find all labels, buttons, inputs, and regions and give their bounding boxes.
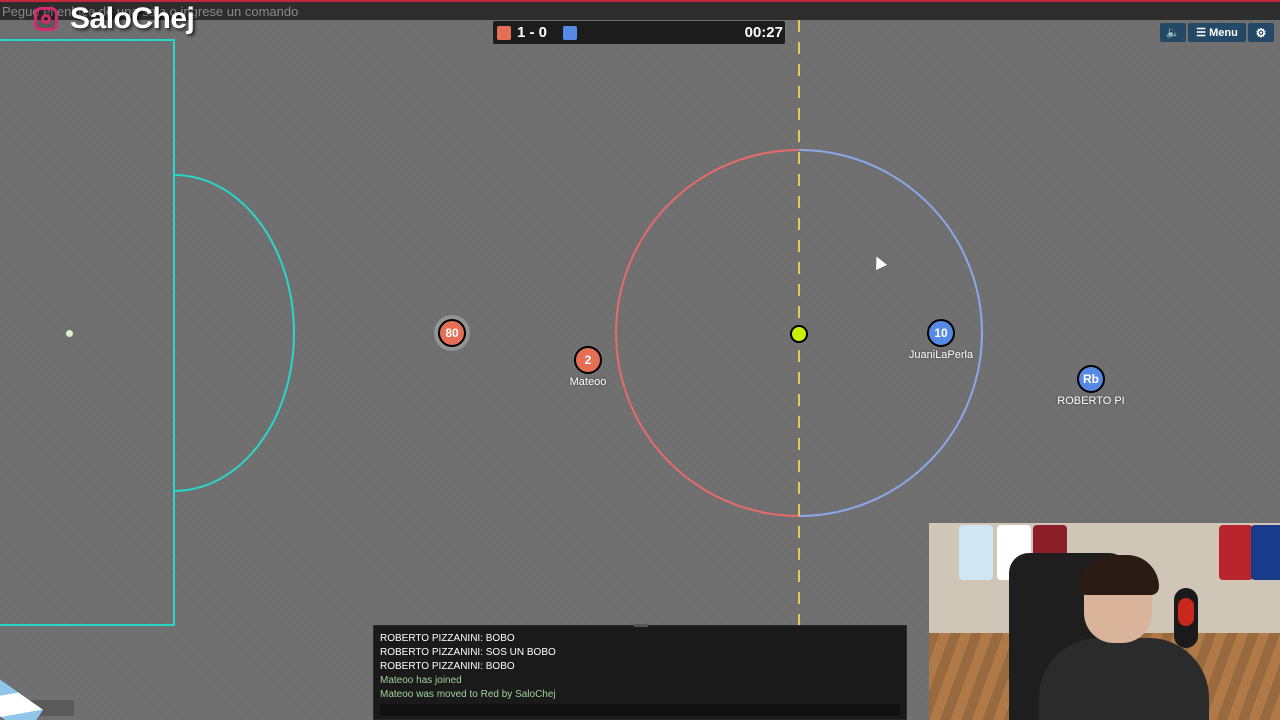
webcam-person-body bbox=[1039, 638, 1209, 720]
chat-message: ROBERTO PIZZANINI: BOBO bbox=[380, 633, 515, 644]
jersey-image bbox=[1251, 525, 1280, 580]
player-avatar: 10 bbox=[927, 319, 955, 347]
settings-button[interactable]: ⚙ bbox=[1248, 23, 1274, 42]
jersey-image bbox=[1219, 525, 1253, 580]
gear-icon: ⚙ bbox=[1255, 25, 1267, 40]
ball bbox=[790, 325, 808, 343]
blue-team-square bbox=[563, 26, 577, 40]
center-arc-red bbox=[615, 149, 800, 517]
chat-input[interactable] bbox=[380, 704, 900, 716]
player-avatar: Rb bbox=[1077, 365, 1105, 393]
streamer-overlay: SaloChej bbox=[34, 2, 195, 36]
red-team-square bbox=[497, 26, 511, 40]
player-number: 2 bbox=[584, 353, 592, 367]
chat-panel[interactable]: ROBERTO PIZZANINI: BOBO ROBERTO PIZZANIN… bbox=[373, 624, 907, 720]
menu-button[interactable]: ☰ Menu bbox=[1188, 23, 1246, 42]
chat-message: ROBERTO PIZZANINI: SOS UN BOBO bbox=[380, 647, 556, 658]
instagram-icon bbox=[34, 7, 58, 31]
scoreboard: 1 - 0 00:27 bbox=[493, 21, 785, 44]
player-number: Rb bbox=[1083, 372, 1099, 386]
player-name: ROBERTO PI bbox=[1057, 395, 1125, 407]
player-name: Mateoo bbox=[569, 376, 607, 388]
speaker-icon: 🔈 bbox=[1166, 27, 1180, 39]
penalty-spot bbox=[66, 330, 73, 337]
player-number: 10 bbox=[934, 326, 948, 340]
chat-message: Mateoo has joined bbox=[380, 675, 462, 686]
player-avatar: 2 bbox=[574, 346, 602, 374]
streamer-name: SaloChej bbox=[70, 2, 195, 35]
sound-button[interactable]: 🔈 bbox=[1160, 23, 1186, 42]
left-box-line bbox=[0, 39, 175, 626]
left-arc-line bbox=[173, 174, 295, 492]
chat-message: Mateoo was moved to Red by SaloChej bbox=[380, 689, 556, 700]
menu-label: Menu bbox=[1209, 26, 1238, 39]
chat-message: ROBERTO PIZZANINI: BOBO bbox=[380, 661, 515, 672]
player-avatar: 80 bbox=[438, 319, 466, 347]
hamburger-icon: ☰ bbox=[1196, 27, 1210, 39]
microphone-light bbox=[1178, 598, 1194, 626]
jersey-image bbox=[959, 525, 993, 580]
match-timer: 00:27 bbox=[744, 24, 783, 41]
chat-resize-handle[interactable] bbox=[634, 624, 648, 627]
top-buttons: 🔈 ☰ Menu ⚙ bbox=[1160, 23, 1274, 42]
player-name: JuaniLaPerla bbox=[908, 349, 974, 361]
score: 1 - 0 bbox=[517, 24, 548, 41]
player-number: 80 bbox=[445, 326, 459, 340]
webcam-overlay bbox=[929, 523, 1280, 720]
